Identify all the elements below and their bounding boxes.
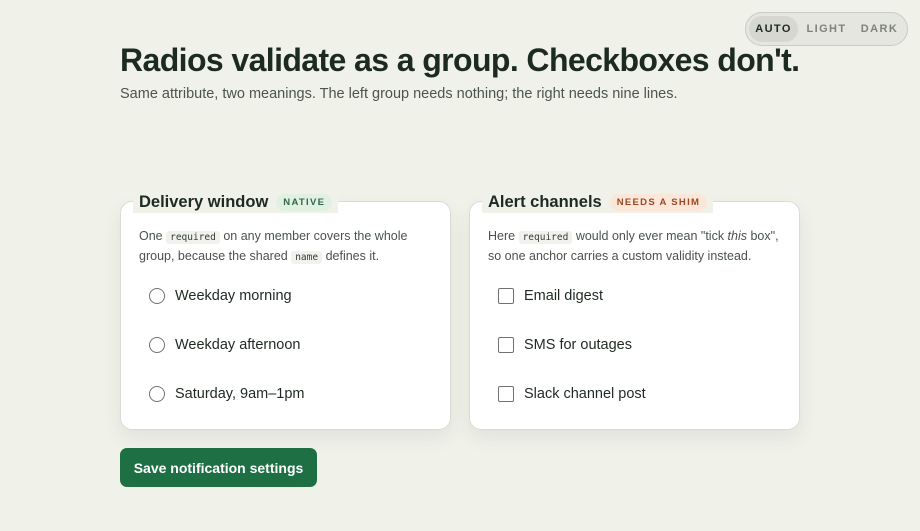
theme-option-dark[interactable]: DARK	[855, 16, 904, 42]
delivery-window-description: One required on any member covers the wh…	[139, 229, 408, 264]
page-subtitle: Same attribute, two meanings. The left g…	[120, 86, 678, 102]
radio-label[interactable]: Weekday morning	[175, 288, 292, 304]
page-title: Radios validate as a group. Checkboxes d…	[120, 42, 800, 78]
checkbox-option-slack-post[interactable]: Slack channel post	[498, 384, 646, 404]
alert-channels-title: Alert channels	[488, 192, 602, 211]
required-code: required	[518, 231, 573, 244]
delivery-window-group: Delivery window NATIVE One required on a…	[120, 191, 451, 433]
checkbox-option-sms-outages[interactable]: SMS for outages	[498, 335, 646, 355]
radio-button[interactable]	[149, 288, 165, 304]
alert-channels-description: Here required would only ever mean "tick…	[488, 229, 779, 263]
radio-option-saturday[interactable]: Saturday, 9am–1pm	[149, 384, 305, 404]
this-emphasis: this	[727, 229, 747, 243]
theme-option-light[interactable]: LIGHT	[800, 16, 853, 42]
checkbox-option-email-digest[interactable]: Email digest	[498, 286, 646, 306]
theme-option-auto[interactable]: AUTO	[749, 16, 799, 42]
theme-switcher[interactable]: AUTO LIGHT DARK	[745, 12, 908, 46]
alert-channels-options: Email digest SMS for outages Slack chann…	[498, 286, 646, 433]
checkbox-label[interactable]: Email digest	[524, 288, 603, 304]
name-code: name	[291, 251, 323, 264]
save-notification-settings-button[interactable]: Save notification settings	[120, 448, 317, 487]
native-badge: NATIVE	[276, 193, 333, 211]
checkbox[interactable]	[498, 288, 514, 304]
needs-shim-badge: NEEDS A SHIM	[609, 193, 708, 211]
checkbox-label[interactable]: Slack channel post	[524, 386, 646, 402]
delivery-window-options: Weekday morning Weekday afternoon Saturd…	[149, 286, 305, 433]
radio-option-weekday-afternoon[interactable]: Weekday afternoon	[149, 335, 305, 355]
checkbox[interactable]	[498, 386, 514, 402]
radio-button[interactable]	[149, 386, 165, 402]
checkbox-label[interactable]: SMS for outages	[524, 337, 632, 353]
alert-channels-group: Alert channels NEEDS A SHIM Here require…	[469, 191, 800, 433]
radio-label[interactable]: Saturday, 9am–1pm	[175, 386, 305, 402]
alert-channels-legend: Alert channels NEEDS A SHIM	[482, 191, 714, 213]
checkbox[interactable]	[498, 337, 514, 353]
delivery-window-title: Delivery window	[139, 192, 269, 211]
radio-button[interactable]	[149, 337, 165, 353]
radio-option-weekday-morning[interactable]: Weekday morning	[149, 286, 305, 306]
delivery-window-legend: Delivery window NATIVE	[133, 191, 339, 213]
radio-label[interactable]: Weekday afternoon	[175, 337, 300, 353]
required-code: required	[166, 231, 220, 244]
